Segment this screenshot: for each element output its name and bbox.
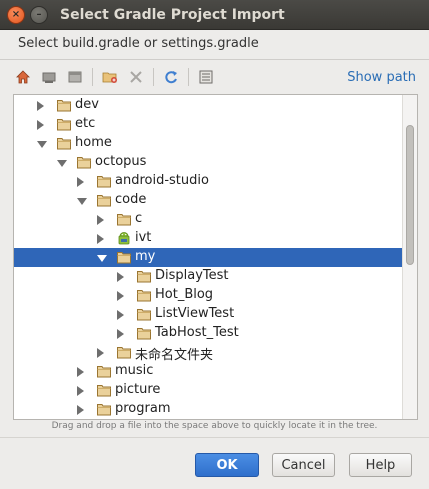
toolbar: Show path: [14, 64, 418, 90]
show-path-link[interactable]: Show path: [347, 70, 416, 85]
divider: [0, 59, 429, 60]
collapsed-arrow-icon[interactable]: [117, 329, 124, 339]
help-button[interactable]: Help: [349, 453, 412, 477]
cancel-button[interactable]: Cancel: [272, 453, 335, 477]
tree-row[interactable]: c: [14, 210, 402, 229]
file-tree[interactable]: dev etc home octopus android-studio code c ivt m…: [13, 94, 418, 420]
folder-icon: [97, 194, 111, 207]
desktop-icon[interactable]: [40, 68, 58, 86]
collapsed-arrow-icon[interactable]: [37, 120, 44, 130]
show-hidden-icon[interactable]: [197, 68, 215, 86]
folder-icon: [137, 308, 151, 321]
collapsed-arrow-icon[interactable]: [117, 272, 124, 282]
tree-row[interactable]: my: [14, 248, 402, 267]
folder-icon: [77, 156, 91, 169]
tree-row-label: my: [135, 249, 156, 264]
expanded-arrow-icon[interactable]: [37, 141, 47, 148]
dialog-window: × – Select Gradle Project Import Select …: [0, 0, 429, 489]
collapsed-arrow-icon[interactable]: [97, 234, 104, 244]
folder-icon: [137, 289, 151, 302]
tree-row[interactable]: music: [14, 362, 402, 381]
collapsed-arrow-icon[interactable]: [77, 177, 84, 187]
tree-row-label: android-studio: [115, 173, 209, 188]
folder-icon: [117, 213, 131, 226]
refresh-icon[interactable]: [162, 68, 180, 86]
collapsed-arrow-icon[interactable]: [117, 310, 124, 320]
tree-row-label: octopus: [95, 154, 147, 169]
minimize-window-button[interactable]: –: [30, 5, 48, 24]
toolbar-separator: [92, 68, 93, 86]
folder-icon: [97, 403, 111, 416]
folder-icon: [57, 137, 71, 150]
instruction-text: Select build.gradle or settings.gradle: [18, 36, 259, 51]
expanded-arrow-icon[interactable]: [77, 198, 87, 205]
tree-row-label: 未命名文件夹: [135, 348, 214, 363]
toolbar-separator: [188, 68, 189, 86]
folder-icon: [97, 175, 111, 188]
tree-row[interactable]: TabHost_Test: [14, 324, 402, 343]
tree-row-label: dev: [75, 97, 99, 112]
tree-row-label: home: [75, 135, 112, 150]
title-bar: × – Select Gradle Project Import: [0, 0, 429, 30]
tree-row[interactable]: android-studio: [14, 172, 402, 191]
minimize-icon: –: [36, 8, 42, 20]
tree-row-label: ListViewTest: [155, 306, 235, 321]
tree-row-label: DisplayTest: [155, 268, 229, 283]
tree-row-label: etc: [75, 116, 96, 131]
folder-icon: [137, 270, 151, 283]
tree-row[interactable]: Hot_Blog: [14, 286, 402, 305]
tree-row-label: ivt: [135, 230, 152, 245]
tree-row-label: c: [135, 211, 143, 226]
expanded-arrow-icon[interactable]: [97, 255, 107, 262]
folder-icon: [97, 365, 111, 378]
collapsed-arrow-icon[interactable]: [97, 348, 104, 358]
window-title: Select Gradle Project Import: [60, 6, 285, 23]
collapsed-arrow-icon[interactable]: [117, 291, 124, 301]
scrollbar-thumb[interactable]: [406, 125, 414, 265]
close-icon: ×: [11, 8, 21, 20]
collapsed-arrow-icon[interactable]: [97, 215, 104, 225]
tree-row-label: code: [115, 192, 147, 207]
tree-row[interactable]: etc: [14, 115, 402, 134]
tree-row-label: picture: [115, 382, 161, 397]
tree-row[interactable]: ivt: [14, 229, 402, 248]
ok-button[interactable]: OK: [195, 453, 259, 477]
tree-row[interactable]: DisplayTest: [14, 267, 402, 286]
drag-drop-hint: Drag and drop a file into the space abov…: [51, 421, 378, 431]
tree-row[interactable]: home: [14, 134, 402, 153]
divider: [0, 437, 429, 438]
delete-icon[interactable]: [127, 68, 145, 86]
folder-icon: [117, 346, 131, 359]
folder-icon: [97, 384, 111, 397]
collapsed-arrow-icon[interactable]: [37, 101, 44, 111]
folder-icon: [57, 99, 71, 112]
home-icon[interactable]: [14, 68, 32, 86]
close-window-button[interactable]: ×: [7, 5, 25, 24]
tree-row[interactable]: program: [14, 400, 402, 419]
new-folder-icon[interactable]: [101, 68, 119, 86]
tree-row-label: TabHost_Test: [155, 325, 239, 340]
tree-row-label: music: [115, 363, 154, 378]
folder-icon: [117, 251, 131, 264]
folder-icon: [57, 118, 71, 131]
tree-row[interactable]: code: [14, 191, 402, 210]
tree-row-label: program: [115, 401, 171, 416]
tree-row[interactable]: 未命名文件夹: [14, 343, 402, 363]
tree-row[interactable]: octopus: [14, 153, 402, 172]
folder-icon: [137, 327, 151, 340]
android-icon: [117, 232, 131, 245]
tree-row[interactable]: dev: [14, 96, 402, 115]
tree-row-label: Hot_Blog: [155, 287, 214, 302]
tree-scrollbar[interactable]: [402, 95, 417, 419]
toolbar-separator: [153, 68, 154, 86]
tree-row[interactable]: ListViewTest: [14, 305, 402, 324]
tree-row[interactable]: picture: [14, 381, 402, 400]
collapsed-arrow-icon[interactable]: [77, 405, 84, 415]
expanded-arrow-icon[interactable]: [57, 160, 67, 167]
collapsed-arrow-icon[interactable]: [77, 367, 84, 377]
collapsed-arrow-icon[interactable]: [77, 386, 84, 396]
project-icon[interactable]: [66, 68, 84, 86]
